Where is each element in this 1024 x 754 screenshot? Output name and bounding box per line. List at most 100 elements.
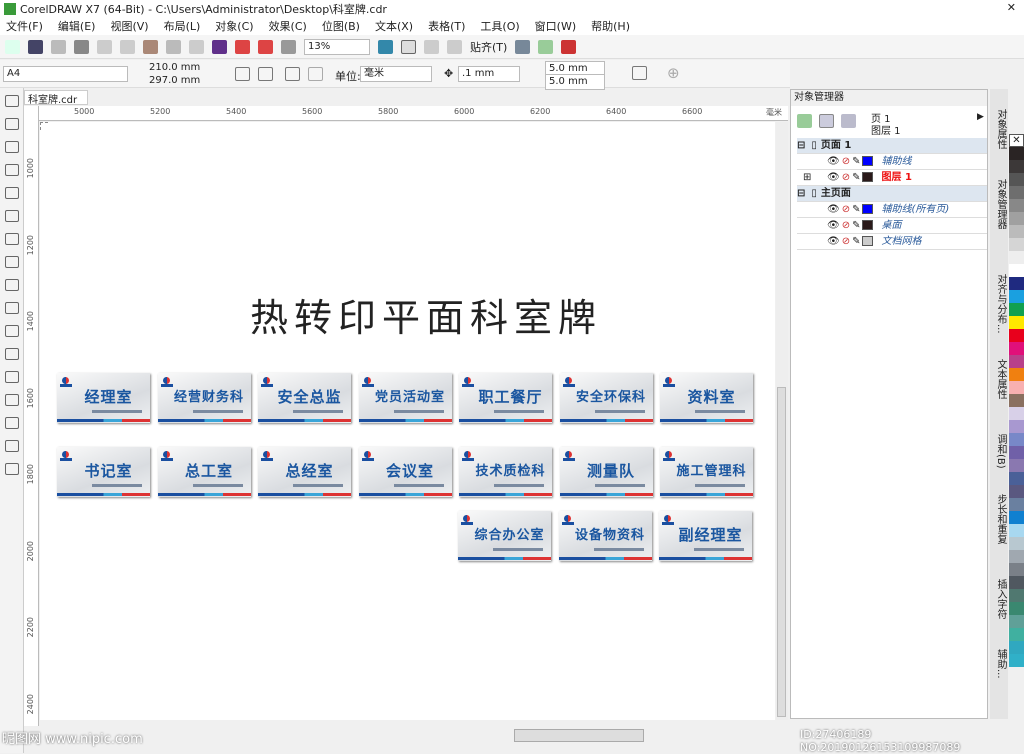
menu-item[interactable]: 工具(O) [480, 18, 519, 34]
horizontal-ruler[interactable]: 5000 5200 5400 5600 5800 6000 6200 6400 6600 毫米 [38, 106, 788, 121]
application-launcher-icon[interactable] [561, 39, 577, 54]
color-swatch[interactable] [1009, 537, 1024, 550]
color-swatch[interactable] [1009, 628, 1024, 641]
pick-tool-icon[interactable] [5, 95, 19, 107]
page-height-field[interactable]: 297.0 mm [146, 74, 204, 90]
grid-icon[interactable] [424, 39, 439, 54]
guidelines-icon[interactable] [447, 39, 462, 54]
zoom-tool-icon[interactable] [5, 164, 19, 176]
visibility-eye-icon[interactable]: 👁 [827, 204, 840, 215]
layer-node[interactable]: 👁 ⊘ ✎ 文档网格 [797, 234, 987, 250]
collapse-icon[interactable]: ⊟ [797, 140, 805, 151]
search-content-icon[interactable] [212, 39, 227, 54]
color-swatch[interactable] [1009, 368, 1024, 381]
sign-plate[interactable]: 资料室 [660, 373, 753, 423]
sign-plate[interactable]: 职工餐厅 [459, 373, 552, 423]
menu-item[interactable]: 表格(T) [428, 18, 465, 34]
lock-icon[interactable]: ✎ [852, 204, 860, 215]
printable-icon[interactable]: ⊘ [842, 204, 850, 215]
layer-node[interactable]: 👁 ⊘ ✎ 桌面 [797, 218, 987, 234]
layer-color-swatch[interactable] [862, 236, 874, 246]
printable-icon[interactable]: ⊘ [842, 236, 850, 247]
menu-item[interactable]: 视图(V) [110, 18, 148, 34]
layer-node[interactable]: ⊞ 👁 ⊘ ✎ 图层 1 [797, 170, 987, 186]
sign-plate[interactable]: 经理室 [57, 373, 150, 423]
docker-tab[interactable]: 对象管理器 [993, 179, 1008, 229]
menu-item[interactable]: 位图(B) [322, 18, 360, 34]
all-pages-icon[interactable] [285, 67, 300, 81]
docker-tab[interactable]: 插入字符 [993, 579, 1008, 619]
color-swatch[interactable] [1009, 394, 1024, 407]
dimension-tool-icon[interactable] [5, 325, 19, 337]
full-screen-icon[interactable] [378, 39, 393, 54]
layer-color-swatch[interactable] [862, 204, 874, 214]
panel-menu-arrow-icon[interactable]: ▶ [977, 112, 984, 122]
save-icon[interactable] [51, 39, 66, 54]
vertical-ruler[interactable]: 1000 1200 1400 1600 1800 2000 2200 2400 [24, 106, 39, 726]
color-swatch[interactable] [1009, 251, 1024, 264]
color-swatch[interactable] [1009, 589, 1024, 602]
color-swatch[interactable] [1009, 355, 1024, 368]
menu-item[interactable]: 编辑(E) [58, 18, 96, 34]
docker-tab[interactable]: 调和(B) [993, 434, 1008, 469]
color-swatch[interactable] [1009, 615, 1024, 628]
sign-plate[interactable]: 综合办公室 [458, 511, 551, 561]
page-node[interactable]: ⊟ ▯ 主页面 [797, 186, 987, 202]
sign-plate[interactable]: 书记室 [57, 447, 150, 497]
visibility-eye-icon[interactable]: 👁 [827, 236, 840, 247]
edit-across-layers-icon[interactable] [819, 114, 834, 128]
lock-icon[interactable]: ✎ [852, 156, 860, 167]
copy-icon[interactable] [120, 39, 135, 54]
lock-icon[interactable]: ✎ [852, 220, 860, 231]
layer-color-swatch[interactable] [862, 156, 874, 166]
color-swatch[interactable] [1009, 173, 1024, 186]
menu-item[interactable]: 效果(C) [269, 18, 307, 34]
color-swatch[interactable] [1009, 485, 1024, 498]
new-icon[interactable] [5, 39, 20, 54]
sign-plate[interactable]: 安全环保科 [559, 373, 653, 423]
printable-icon[interactable]: ⊘ [842, 220, 850, 231]
color-swatch[interactable] [1009, 446, 1024, 459]
smart-fill-icon[interactable] [5, 463, 19, 475]
sign-plate[interactable]: 会议室 [358, 447, 452, 497]
expand-icon[interactable]: ⊞ [803, 170, 811, 186]
page-node[interactable]: ⊟ ▯ 页面 1 [797, 138, 987, 154]
welcome-screen-icon[interactable] [515, 39, 531, 54]
sign-plate[interactable]: 经营财务科 [157, 373, 251, 423]
docker-tab[interactable]: 辅助... [993, 649, 1008, 679]
add-icon[interactable]: ⊕ [667, 64, 680, 82]
color-swatch[interactable] [1009, 264, 1024, 277]
color-swatch[interactable] [1009, 290, 1024, 303]
polygon-tool-icon[interactable] [5, 279, 19, 291]
color-swatch[interactable] [1009, 381, 1024, 394]
layer-color-swatch[interactable] [862, 220, 874, 230]
color-swatch[interactable] [1009, 342, 1024, 355]
units-select[interactable]: 毫米 [360, 66, 432, 82]
color-swatch[interactable] [1009, 498, 1024, 511]
ellipse-tool-icon[interactable] [5, 256, 19, 268]
export-icon[interactable] [258, 39, 273, 54]
cut-icon[interactable] [97, 39, 112, 54]
heading-text[interactable]: 热转印平面科室牌 [250, 287, 602, 342]
sign-plate[interactable]: 施工管理科 [660, 447, 753, 497]
color-swatch[interactable] [1009, 212, 1024, 225]
sign-plate[interactable]: 总工室 [157, 447, 251, 497]
landscape-icon[interactable] [258, 67, 273, 81]
eyedropper-icon[interactable] [5, 417, 19, 429]
color-swatch[interactable] [1009, 654, 1024, 667]
color-swatch[interactable] [1009, 277, 1024, 290]
current-page-icon[interactable] [308, 67, 323, 81]
show-properties-icon[interactable] [797, 114, 812, 128]
portrait-icon[interactable] [235, 67, 250, 81]
page-size-select[interactable]: A4 [3, 66, 128, 82]
color-swatch[interactable] [1009, 238, 1024, 251]
layer-node[interactable]: 👁 ⊘ ✎ 辅助线(所有页) [797, 202, 987, 218]
color-swatch[interactable] [1009, 550, 1024, 563]
lock-icon[interactable]: ✎ [852, 172, 860, 183]
print-icon[interactable] [74, 39, 89, 54]
menu-item[interactable]: 布局(L) [164, 18, 201, 34]
color-swatch[interactable] [1009, 511, 1024, 524]
visibility-eye-icon[interactable]: 👁 [827, 156, 840, 167]
nudge-distance-field[interactable]: .1 mm [458, 66, 520, 82]
color-swatch[interactable] [1009, 602, 1024, 615]
